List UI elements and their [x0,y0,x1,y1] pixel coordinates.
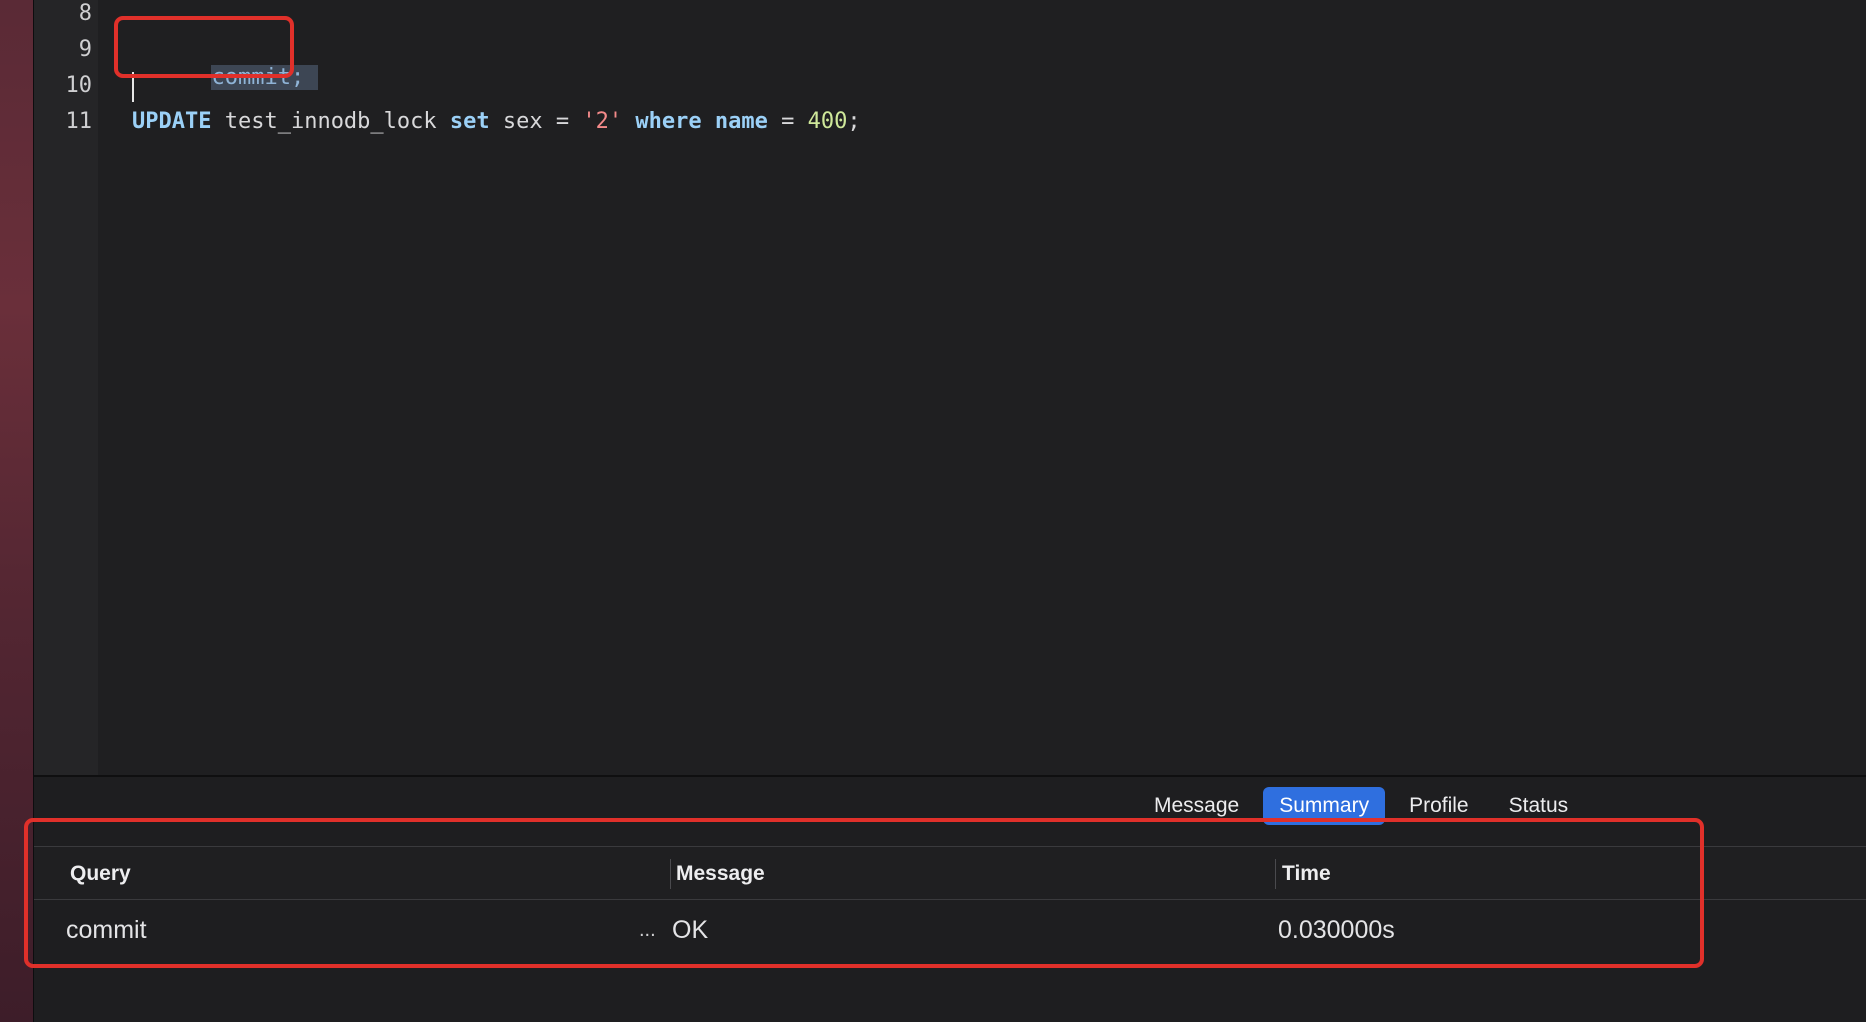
sql-client-window: 8 9 10 11 commit; UPDATE test_innodb_loc… [24,0,1866,1022]
line-number-8: 8 [78,1,92,26]
number-literal: 400 [807,109,848,134]
keyword-update: UPDATE [132,109,212,134]
line-number-9: 9 [78,37,92,62]
keyword-name: name [714,109,768,134]
keyword-where: where [635,109,702,134]
annotation-box-commit [114,16,294,78]
line-number-11: 11 [65,109,93,134]
keyword-set: set [449,109,490,134]
line-number-10: 10 [65,73,93,98]
sql-editor[interactable]: 8 9 10 11 commit; UPDATE test_innodb_loc… [34,0,1866,775]
line-number-gutter: 8 9 10 11 [34,0,98,775]
annotation-box-results [24,818,1704,968]
column-assignment: sex = [489,109,583,134]
semicolon: ; [847,109,861,134]
equals-operator: = [767,109,808,134]
string-literal: '2' [582,109,623,134]
code-line-11[interactable]: UPDATE test_innodb_lock set sex = '2' wh… [132,108,861,136]
table-name: test_innodb_lock [211,109,450,134]
